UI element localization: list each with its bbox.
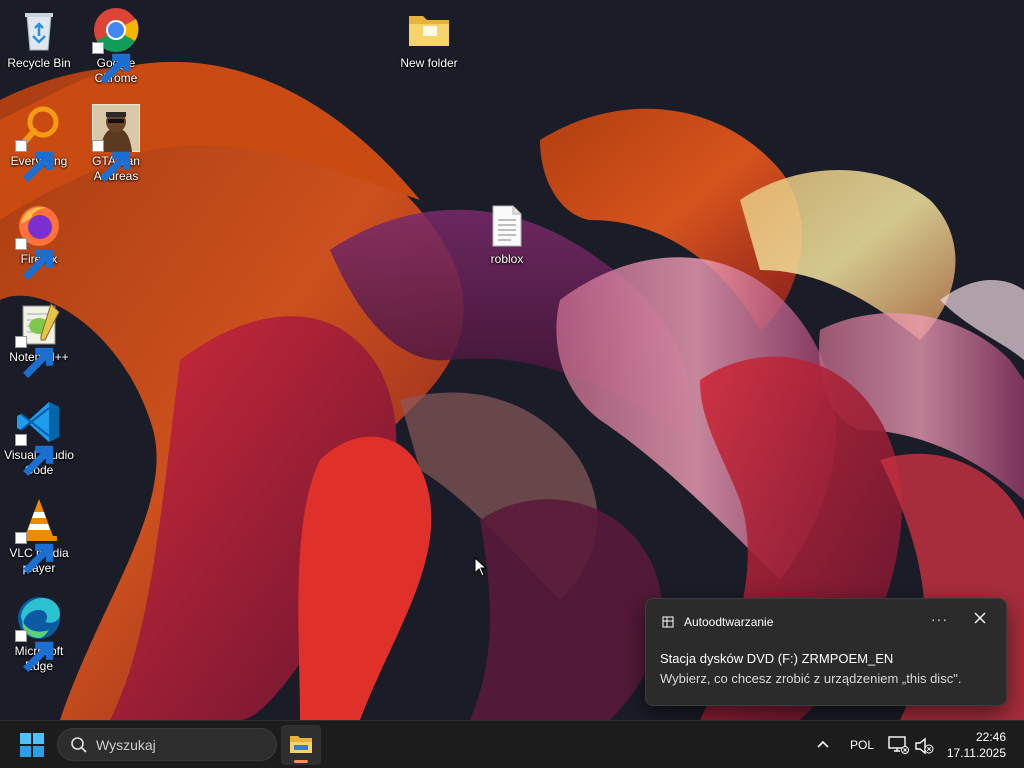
taskbar: Wyszukaj POL 22:46 17.11.2025: [0, 720, 1024, 768]
search-icon: [71, 736, 87, 753]
taskbar-clock[interactable]: 22:46 17.11.2025: [947, 729, 1006, 761]
network-icon[interactable]: [887, 735, 909, 755]
desktop-icon-recycle-bin[interactable]: Recycle Bin: [1, 6, 77, 71]
taskbar-file-explorer-button[interactable]: [281, 725, 321, 765]
desktop-icon-label: roblox: [490, 252, 524, 266]
desktop-icon-vlc[interactable]: VLC media player: [1, 496, 77, 576]
shortcut-arrow-icon: [15, 434, 54, 476]
shortcut-arrow-icon: [15, 140, 54, 182]
recycle-bin-icon: [25, 13, 53, 51]
search-placeholder: Wyszukaj: [96, 736, 156, 753]
input-language-indicator[interactable]: POL: [850, 738, 874, 752]
show-hidden-icons-chevron-up-icon[interactable]: [814, 736, 832, 754]
desktop-icon-label: Recycle Bin: [7, 56, 71, 70]
volume-muted-icon[interactable]: [914, 736, 934, 756]
notification-title: Stacja dysków DVD (F:) ZRMPOEM_EN: [660, 651, 894, 666]
folder-icon: [409, 16, 449, 46]
start-button[interactable]: [14, 729, 50, 761]
notification-close-button[interactable]: [972, 610, 988, 626]
clock-date: 17.11.2025: [946, 746, 1006, 760]
text-file-icon: [492, 205, 522, 247]
shortcut-arrow-icon: [92, 140, 131, 182]
desktop-icon-google-chrome[interactable]: Google Chrome: [78, 6, 154, 86]
autoplay-app-icon: [662, 616, 674, 628]
notification-more-button[interactable]: ···: [931, 611, 948, 627]
desktop-icon-label: New folder: [400, 56, 458, 70]
desktop-icon-new-folder[interactable]: New folder: [391, 6, 467, 71]
notification-app-name: Autoodtwarzanie: [684, 615, 774, 629]
notification-header: Autoodtwarzanie: [662, 614, 773, 630]
taskbar-search-box[interactable]: Wyszukaj: [57, 728, 277, 761]
shortcut-arrow-icon: [15, 532, 54, 574]
desktop-icon-gta-san-andreas[interactable]: GTA San Andreas: [78, 103, 154, 184]
shortcut-arrow-icon: [15, 238, 54, 280]
desktop-icon-vscode[interactable]: Visual Studio Code: [1, 398, 77, 478]
notification-body: Wybierz, co chcesz zrobić z urządzeniem …: [660, 671, 962, 686]
windows-logo-icon: [20, 733, 44, 757]
desktop-icon-everything[interactable]: Everything: [1, 104, 77, 182]
desktop-icon-roblox[interactable]: roblox: [469, 202, 545, 267]
autoplay-notification[interactable]: Autoodtwarzanie ··· Stacja dysków DVD (F…: [645, 598, 1007, 706]
shortcut-arrow-icon: [92, 42, 131, 84]
desktop-icon-notepadpp[interactable]: Notepad++: [1, 300, 77, 378]
desktop-icon-firefox[interactable]: Firefox: [1, 202, 77, 280]
shortcut-arrow-icon: [15, 630, 54, 672]
desktop-icon-edge[interactable]: Microsoft Edge: [1, 594, 77, 674]
mouse-cursor-icon: [474, 557, 488, 577]
shortcut-arrow-icon: [15, 336, 54, 378]
running-indicator: [294, 760, 308, 763]
file-explorer-icon: [290, 736, 312, 753]
clock-time: 22:46: [975, 730, 1006, 744]
